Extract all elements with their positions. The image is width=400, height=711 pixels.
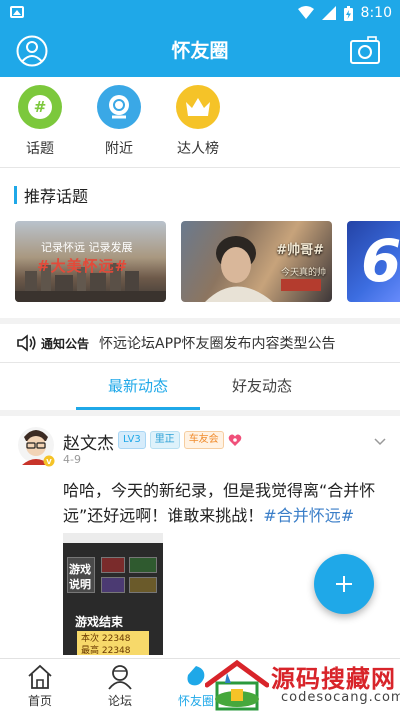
- image-topbar: [63, 533, 163, 543]
- divider-band: [0, 410, 400, 416]
- user-badges: LV3 里正 车友会: [118, 431, 242, 449]
- clock: 8:10: [360, 5, 392, 21]
- chevron-down-icon[interactable]: [374, 436, 386, 448]
- divider: [0, 167, 400, 168]
- nav-item-forum[interactable]: 论坛: [90, 659, 150, 711]
- post-hashtag[interactable]: #合并怀远#: [263, 506, 354, 525]
- avatar[interactable]: V: [16, 425, 56, 467]
- image-text: 游戏结束: [75, 615, 124, 629]
- battery-icon: [343, 5, 353, 21]
- banner-hashtag: #大美怀远#: [37, 257, 129, 275]
- signal-icon: [321, 6, 336, 20]
- status-bar: 8:10: [0, 0, 400, 25]
- post-image[interactable]: 游戏 说明 游戏结束 本次 22348 最高 22348: [63, 533, 163, 655]
- notice-tag: 通知公告: [41, 336, 90, 351]
- banner-number: 6: [361, 227, 400, 295]
- tab-label: 最新动态: [107, 377, 168, 395]
- image-panel: [101, 577, 125, 593]
- system-indicators: 8:10: [297, 3, 392, 23]
- image-panel: [129, 577, 157, 593]
- quick-entry-topics[interactable]: # 话题: [10, 85, 70, 158]
- forum-icon: [108, 665, 132, 690]
- heart-badge-icon: [228, 434, 241, 446]
- image-panel: [101, 557, 125, 573]
- image-score: 最高 22348: [77, 643, 149, 655]
- notice-text[interactable]: 怀远论坛APP怀友圈发布内容类型公告: [99, 333, 335, 353]
- wifi-icon: [297, 6, 314, 19]
- tab-friends[interactable]: 好友动态: [200, 364, 324, 410]
- tab-latest[interactable]: 最新动态: [76, 364, 200, 410]
- section-title: 推荐话题: [14, 185, 89, 206]
- topic-banner[interactable]: 6: [347, 221, 400, 302]
- portrait-image: [205, 236, 321, 302]
- post-date: 4-9: [63, 453, 81, 466]
- watermark-brand: 源码搜藏网: [271, 665, 396, 693]
- section-title-text: 推荐话题: [24, 187, 89, 206]
- level-badge: LV3: [118, 431, 146, 449]
- banner-line: 记录怀远 记录发展: [41, 241, 133, 254]
- divider-band: [0, 318, 400, 324]
- plus-icon: [336, 576, 352, 592]
- topic-banner[interactable]: #帅哥# 今天真的帅: [181, 221, 332, 302]
- title-badge: 里正: [149, 431, 180, 449]
- page-title: 怀友圈: [171, 40, 229, 62]
- topic-banner[interactable]: 记录怀远 记录发展 #大美怀远#: [15, 221, 166, 302]
- app-header: 怀友圈: [0, 25, 400, 77]
- section-accent-bar: [14, 186, 17, 204]
- nav-label: 论坛: [107, 694, 132, 708]
- quick-entry-label: 附近: [105, 141, 133, 157]
- nav-label: 首页: [27, 694, 52, 708]
- image-text: 游戏: [69, 563, 91, 576]
- crown-icon: [176, 85, 220, 129]
- banner-hashtag: #帅哥#: [276, 243, 324, 258]
- quick-entries: # 话题 附近 达人榜: [0, 85, 400, 165]
- create-post-button[interactable]: [314, 554, 374, 614]
- image-notification-icon: [10, 6, 24, 18]
- banner-line: 今天真的帅: [280, 268, 326, 278]
- location-icon: [97, 85, 141, 129]
- watermark-domain: codesocang.com: [281, 690, 400, 705]
- feed-tabs: 最新动态 好友动态: [0, 364, 400, 410]
- home-icon: [28, 664, 52, 689]
- image-panel: [129, 557, 157, 573]
- nav-item-home[interactable]: 首页: [10, 659, 70, 711]
- club-badge: 车友会: [183, 431, 224, 449]
- svg-text:V: V: [46, 458, 52, 466]
- quick-entry-label: 话题: [26, 141, 54, 157]
- post-author[interactable]: 赵文杰: [63, 429, 114, 454]
- quick-entry-nearby[interactable]: 附近: [89, 85, 149, 158]
- notice-bar[interactable]: 通知公告 怀远论坛APP怀友圈发布内容类型公告: [17, 332, 335, 354]
- svg-text:#: #: [34, 98, 47, 116]
- tab-label: 好友动态: [231, 377, 292, 395]
- watermark: 源码搜藏网 codesocang.com: [205, 657, 400, 711]
- house-logo-icon: [205, 659, 269, 711]
- divider: [0, 362, 400, 363]
- speaker-icon: [17, 334, 36, 352]
- hashtag-icon: #: [18, 85, 62, 129]
- camera-button[interactable]: [350, 36, 380, 64]
- image-text: 说明: [69, 578, 91, 591]
- quick-entry-leaderboard[interactable]: 达人榜: [168, 85, 228, 158]
- quick-entry-label: 达人榜: [177, 141, 219, 157]
- post-text: 哈哈，今天的新纪录，但是我觉得离“合并怀远”还好远啊！谁敢来挑战！#合并怀远#: [63, 478, 385, 528]
